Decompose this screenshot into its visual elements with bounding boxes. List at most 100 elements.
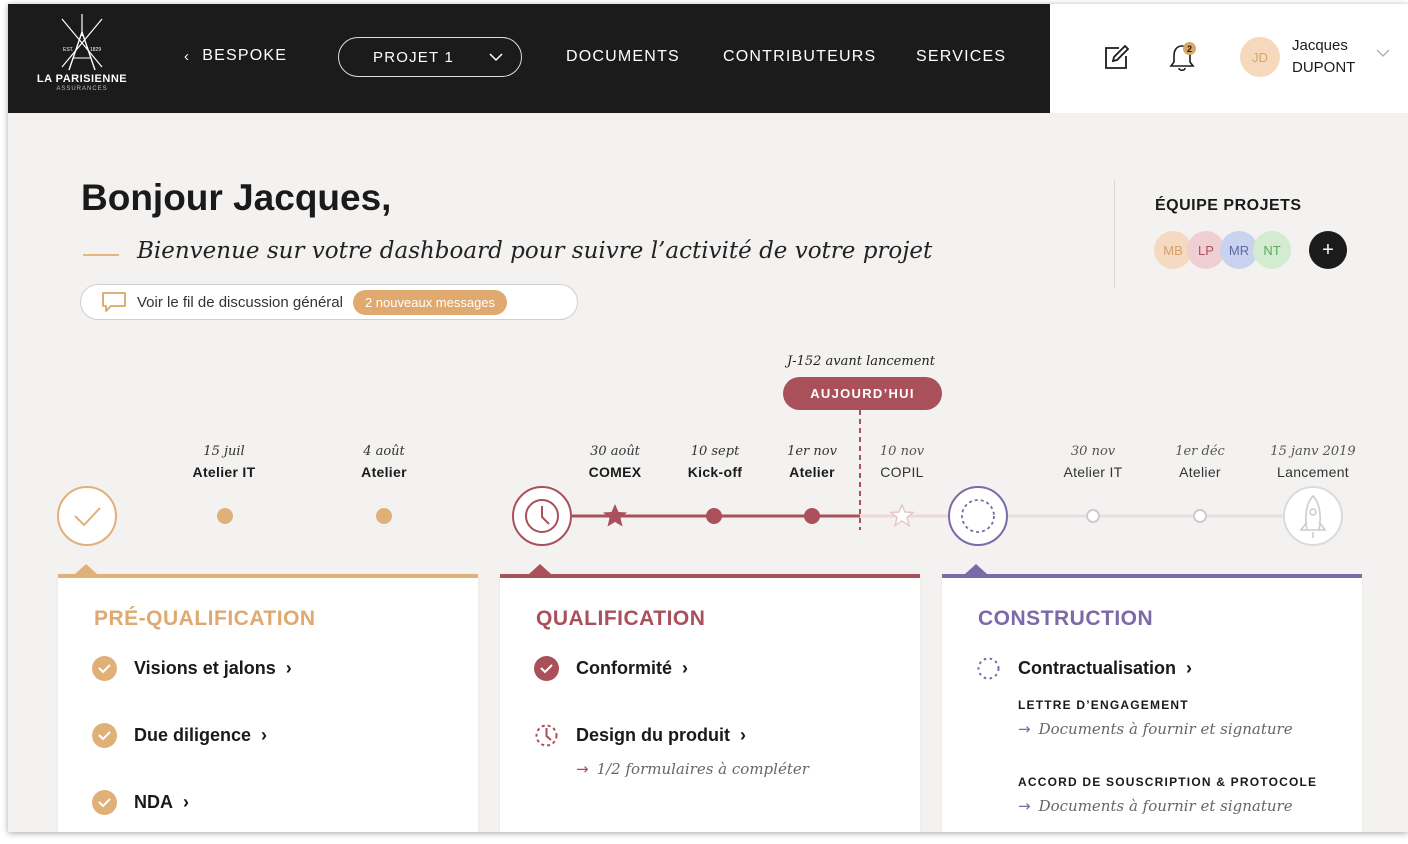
launch-node[interactable] bbox=[1283, 486, 1343, 546]
card-title: CONSTRUCTION bbox=[978, 607, 1154, 630]
in-progress-icon bbox=[534, 723, 559, 748]
check-circle-icon bbox=[92, 790, 117, 815]
project-select[interactable]: PROJET 1 bbox=[338, 37, 522, 77]
star-outline-icon[interactable] bbox=[889, 503, 915, 528]
add-team-member-button[interactable]: + bbox=[1309, 231, 1347, 269]
logo-year: 1829 bbox=[90, 47, 101, 53]
milestone-date: 15 janv 2019 bbox=[1270, 444, 1356, 459]
subsection-note-text: Documents à fournir et signature bbox=[1038, 797, 1293, 815]
subsection-note[interactable]: → Documents à fournir et signature bbox=[1018, 720, 1293, 738]
task-item[interactable]: Conformité › bbox=[534, 656, 688, 681]
chevron-right-icon: › bbox=[285, 658, 292, 678]
milestone-dot-atelier-it[interactable] bbox=[217, 508, 233, 524]
top-bar: EST. 1829 LA PARISIENNE ASSURANCES ‹ BES… bbox=[8, 4, 1408, 113]
milestone-dot-atelier-nov[interactable] bbox=[804, 508, 820, 524]
phase-node-pre-qualification[interactable] bbox=[57, 486, 117, 546]
chevron-right-icon: › bbox=[261, 725, 268, 745]
team-avatar-initials: NT bbox=[1263, 242, 1281, 258]
app-frame: EST. 1829 LA PARISIENNE ASSURANCES ‹ BES… bbox=[8, 4, 1408, 832]
task-item[interactable]: Design du produit › bbox=[534, 723, 746, 748]
general-discussion-button[interactable]: Voir le fil de discussion général 2 nouv… bbox=[80, 284, 578, 320]
edit-icon bbox=[1105, 44, 1130, 69]
new-messages-badge: 2 nouveaux messages bbox=[352, 289, 508, 315]
chat-bubble-icon bbox=[102, 292, 126, 312]
subtitle-rule bbox=[83, 254, 119, 256]
page-title: Bonjour Jacques, bbox=[81, 177, 392, 218]
star-icon[interactable] bbox=[603, 504, 627, 527]
milestone-dot-kickoff[interactable] bbox=[706, 508, 722, 524]
card-title: PRÉ-QUALIFICATION bbox=[94, 607, 316, 630]
task-item[interactable]: Due diligence › bbox=[92, 723, 267, 748]
task-label: Conformité bbox=[576, 658, 672, 678]
milestone-name: Atelier IT bbox=[1063, 464, 1123, 480]
top-bar-dark bbox=[8, 4, 1050, 113]
back-label: BESPOKE bbox=[202, 47, 288, 64]
task-label: Design du produit bbox=[576, 725, 730, 745]
check-circle-icon bbox=[534, 656, 559, 681]
arrow-right-icon: → bbox=[1018, 720, 1031, 738]
milestone-atelier-aug: 4 août Atelier bbox=[324, 444, 444, 480]
card-pointer bbox=[75, 564, 97, 574]
task-item[interactable]: Contractualisation › bbox=[976, 656, 1192, 681]
nav-services[interactable]: SERVICES bbox=[916, 48, 1006, 66]
dashed-circle-icon bbox=[976, 656, 1001, 681]
task-label: Due diligence bbox=[134, 725, 252, 745]
milestone-name: Atelier IT bbox=[192, 464, 256, 480]
back-bespoke-link[interactable]: ‹ BESPOKE bbox=[184, 47, 287, 65]
card-title: QUALIFICATION bbox=[536, 607, 706, 630]
card-accent-bar bbox=[500, 574, 920, 578]
subsection-note[interactable]: → Documents à fournir et signature bbox=[1018, 797, 1293, 815]
card-accent-bar bbox=[58, 574, 478, 578]
task-label: NDA bbox=[134, 792, 173, 812]
nav-contributeurs[interactable]: CONTRIBUTEURS bbox=[723, 48, 876, 66]
milestone-dot-atelier-dec[interactable] bbox=[1193, 509, 1207, 523]
logo-mark-icon: EST. 1829 bbox=[61, 14, 103, 71]
user-first-name: Jacques bbox=[1292, 37, 1348, 54]
task-note-text: 1/2 formulaires à compléter bbox=[596, 760, 809, 778]
team-avatar-initials: MR bbox=[1228, 242, 1250, 258]
subsection-note-text: Documents à fournir et signature bbox=[1038, 720, 1293, 738]
brand-sub: ASSURANCES bbox=[56, 86, 108, 92]
milestone-date: 1er déc bbox=[1175, 444, 1225, 459]
task-item[interactable]: NDA › bbox=[92, 790, 189, 815]
brand-name: LA PARISIENNE bbox=[36, 73, 128, 85]
milestone-date: 4 août bbox=[363, 444, 405, 459]
milestone-date: 30 nov bbox=[1070, 444, 1116, 459]
team-avatar-initials: LP bbox=[1198, 242, 1214, 258]
phase-node-construction[interactable] bbox=[948, 486, 1008, 546]
task-item[interactable]: Visions et jalons › bbox=[92, 656, 292, 681]
milestone-copil: 10 nov COPIL bbox=[842, 444, 962, 480]
chevron-right-icon: › bbox=[682, 658, 688, 678]
milestone-atelier-it-jul: 15 juil Atelier IT bbox=[164, 444, 284, 480]
edit-button[interactable] bbox=[1098, 40, 1134, 76]
arrow-right-icon: → bbox=[1018, 797, 1031, 815]
notification-count-badge: 2 bbox=[1183, 42, 1196, 55]
task-note[interactable]: → 1/2 formulaires à compléter bbox=[576, 760, 809, 778]
milestone-name: Atelier bbox=[1179, 464, 1221, 480]
user-last-name: DUPONT bbox=[1292, 59, 1356, 76]
milestone-dot-atelier[interactable] bbox=[376, 508, 392, 524]
subsection-heading: LETTRE D’ENGAGEMENT bbox=[1018, 698, 1189, 712]
card-pointer bbox=[965, 564, 987, 574]
check-circle-icon bbox=[92, 723, 117, 748]
team-avatar-nt[interactable]: NT bbox=[1253, 231, 1291, 269]
card-accent-bar bbox=[942, 574, 1362, 578]
user-avatar[interactable]: JD bbox=[1240, 37, 1280, 77]
brand-logo[interactable]: EST. 1829 LA PARISIENNE ASSURANCES bbox=[22, 14, 142, 104]
project-select-label: PROJET 1 bbox=[373, 48, 455, 66]
arrow-right-icon: → bbox=[576, 760, 589, 778]
logo-est: EST. bbox=[63, 47, 74, 53]
nav-documents[interactable]: DOCUMENTS bbox=[566, 48, 680, 66]
phase-node-qualification[interactable] bbox=[512, 486, 572, 546]
notifications-button[interactable]: 2 bbox=[1164, 40, 1200, 76]
user-menu-chevron-down-icon[interactable] bbox=[1376, 48, 1390, 58]
team-divider bbox=[1114, 180, 1115, 288]
milestone-name: COPIL bbox=[880, 464, 924, 480]
phase-card-qualification: QUALIFICATION Conformité › Design du pro… bbox=[500, 564, 920, 832]
chevron-right-icon: › bbox=[1186, 658, 1193, 678]
milestone-dot-atelier-it-future[interactable] bbox=[1086, 509, 1100, 523]
chevron-left-icon: ‹ bbox=[184, 47, 191, 65]
milestone-atelier-it-nov: 30 nov Atelier IT bbox=[1033, 444, 1153, 480]
discussion-label: Voir le fil de discussion général bbox=[137, 293, 343, 311]
user-name[interactable]: Jacques DUPONT bbox=[1292, 35, 1355, 79]
